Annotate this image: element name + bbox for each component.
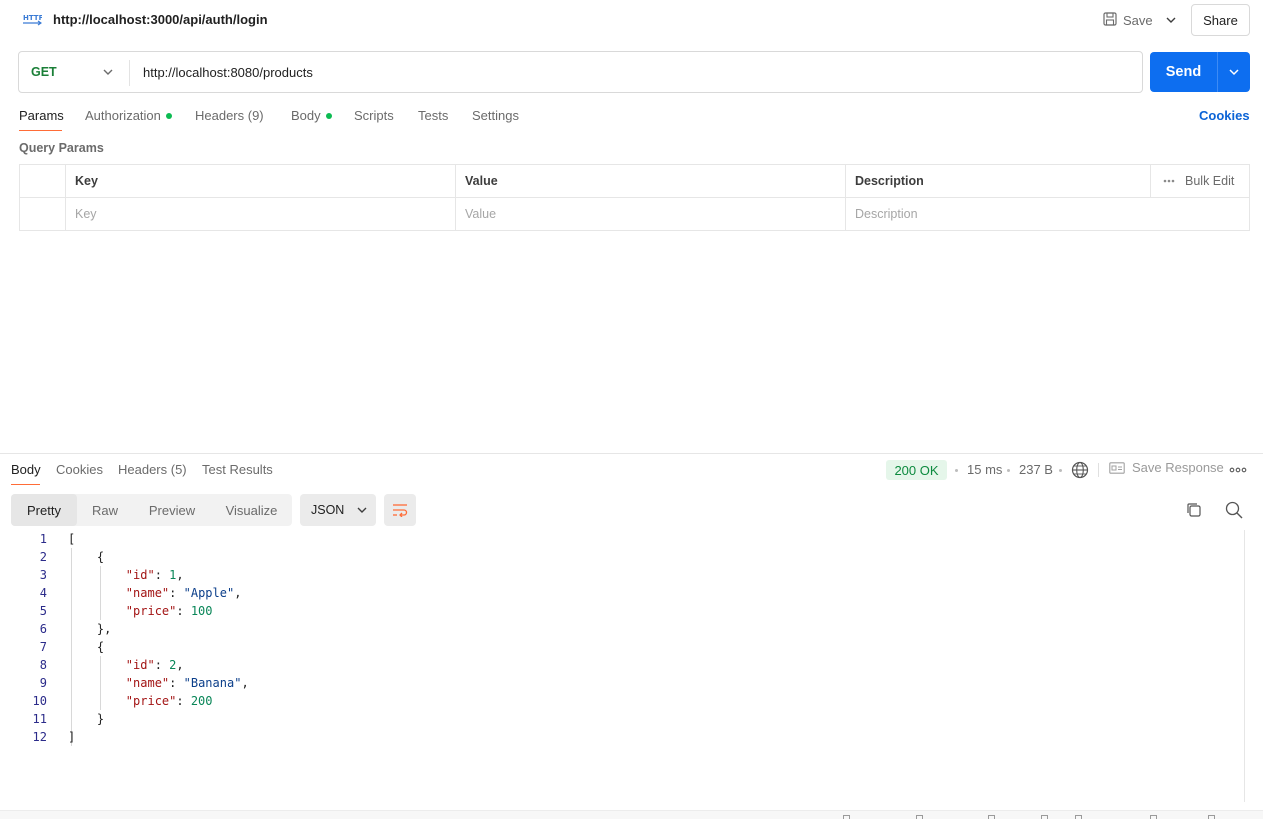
response-tab-cookies[interactable]: Cookies [56, 462, 103, 484]
response-tab-headers[interactable]: Headers (5) [118, 462, 187, 484]
status-bar-icon[interactable] [988, 815, 995, 819]
cookies-link[interactable]: Cookies [1199, 108, 1250, 123]
pane-divider[interactable] [0, 453, 1263, 454]
separator-dot [955, 469, 958, 472]
chevron-down-icon [357, 507, 367, 513]
param-description-input[interactable] [855, 199, 1240, 228]
column-divider [1150, 165, 1151, 197]
save-button[interactable]: Save [1097, 6, 1157, 34]
tab-authorization[interactable]: Authorization [85, 108, 172, 132]
method-label: GET [31, 65, 57, 79]
more-options-icon[interactable] [1229, 462, 1247, 478]
wrap-lines-button[interactable] [384, 494, 416, 526]
code-line: 4 "name": "Apple", [39, 586, 242, 600]
divider [129, 60, 130, 86]
modified-dot [165, 112, 172, 119]
view-mode-selector: Pretty Raw Preview Visualize [11, 494, 292, 526]
code-line: 3 "id": 1, [39, 568, 184, 582]
status-bar-icon[interactable] [1208, 815, 1215, 819]
status-bar-icon[interactable] [1150, 815, 1157, 819]
query-params-title: Query Params [19, 141, 104, 155]
tab-params[interactable]: Params [19, 108, 64, 132]
tab-body[interactable]: Body [291, 108, 332, 132]
status-bar-icon[interactable] [1041, 815, 1048, 819]
code-line: 11 } [32, 712, 105, 726]
view-raw[interactable]: Raw [77, 494, 133, 526]
status-bar-icon[interactable] [1075, 815, 1082, 819]
chevron-down-icon [1229, 69, 1239, 76]
view-visualize[interactable]: Visualize [211, 494, 292, 526]
code-line: 1[ [39, 532, 76, 546]
code-line: 8 "id": 2, [39, 658, 184, 672]
active-tab-indicator [19, 130, 62, 131]
param-value-input[interactable] [465, 199, 835, 228]
send-button[interactable]: Send [1150, 52, 1217, 92]
view-pretty[interactable]: Pretty [11, 494, 77, 526]
response-tab-body[interactable]: Body [11, 462, 41, 484]
save-icon [1103, 11, 1117, 29]
modified-dot [325, 112, 332, 119]
save-response-icon [1109, 461, 1125, 474]
search-icon[interactable] [1224, 500, 1244, 520]
save-response-button[interactable]: Save Response [1109, 460, 1224, 475]
status-bar-icon[interactable] [843, 815, 850, 819]
code-line: 12] [32, 730, 76, 744]
save-label: Save [1123, 12, 1153, 28]
format-label: JSON [311, 503, 345, 517]
url-input[interactable] [143, 53, 1133, 91]
column-header-value: Value [465, 174, 498, 188]
status-bar-icon[interactable] [916, 815, 923, 819]
share-button[interactable]: Share [1191, 4, 1250, 36]
param-key-input[interactable] [75, 199, 445, 228]
chevron-down-icon [1166, 17, 1176, 23]
code-line: 5 "price": 100 [39, 604, 213, 618]
http-icon: HTTP [22, 11, 44, 29]
tab-scripts[interactable]: Scripts [354, 108, 394, 132]
tab-settings[interactable]: Settings [472, 108, 519, 132]
active-tab-indicator [11, 484, 40, 485]
format-select[interactable]: JSON [300, 494, 376, 526]
separator-dot [1059, 469, 1062, 472]
globe-icon[interactable] [1071, 461, 1089, 479]
code-line: 9 "name": "Banana", [39, 676, 249, 690]
send-options-dropdown[interactable] [1218, 52, 1250, 92]
query-params-table: Key Value Description Bulk Edit [19, 164, 1250, 231]
url-bar: GET [18, 51, 1143, 93]
top-bar: HTTP http://localhost:3000/api/auth/logi… [0, 0, 1263, 40]
method-select[interactable]: GET [20, 53, 130, 91]
bulk-edit-button[interactable]: Bulk Edit [1153, 165, 1249, 197]
status-bar [0, 810, 1263, 819]
code-line: 6 }, [39, 622, 112, 636]
copy-icon[interactable] [1184, 500, 1204, 520]
tab-headers[interactable]: Headers (9) [195, 108, 264, 132]
tab-tests[interactable]: Tests [418, 108, 448, 132]
response-size[interactable]: 237 B [1019, 462, 1053, 477]
code-line: 10 "price": 200 [32, 694, 213, 708]
row-divider [20, 197, 1249, 198]
request-title[interactable]: http://localhost:3000/api/auth/login [53, 12, 268, 27]
svg-text:HTTP: HTTP [23, 14, 42, 22]
response-tab-test-results[interactable]: Test Results [202, 462, 273, 484]
status-badge[interactable]: 200 OK [886, 460, 947, 480]
response-body-editor[interactable]: 1[ 2 { 3 "id": 1, 4 "name": "Apple", 5 "… [0, 530, 1244, 802]
code-line: 7 { [39, 640, 105, 654]
response-time[interactable]: 15 ms [967, 462, 1002, 477]
column-header-key: Key [75, 174, 98, 188]
column-header-description: Description [855, 174, 924, 188]
send-button-group: Send [1150, 52, 1250, 92]
more-horizontal-icon [1163, 179, 1175, 183]
divider [1098, 463, 1099, 477]
wrap-lines-icon [393, 504, 408, 517]
editor-scrollbar[interactable] [1244, 530, 1245, 802]
code-line: 2 { [39, 550, 105, 564]
save-options-dropdown[interactable] [1160, 6, 1182, 34]
separator-dot [1007, 469, 1010, 472]
view-preview[interactable]: Preview [133, 494, 211, 526]
chevron-down-icon [103, 69, 113, 75]
